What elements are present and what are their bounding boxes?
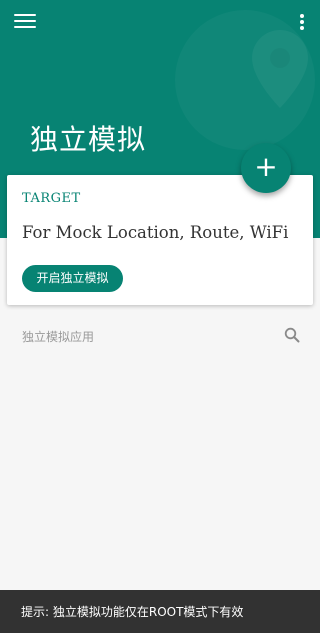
- card-label: TARGET: [22, 191, 81, 206]
- page-title: 独立模拟: [30, 123, 147, 156]
- target-card: TARGET For Mock Location, Route, WiFi 开启…: [7, 175, 313, 305]
- hamburger-menu-icon[interactable]: [14, 12, 36, 30]
- search-placeholder: 独立模拟应用: [22, 330, 95, 344]
- toast-snackbar: 提示: 独立模拟功能仅在ROOT模式下有效: [0, 590, 320, 633]
- more-vert-icon[interactable]: [298, 12, 306, 32]
- search-icon[interactable]: [284, 327, 300, 343]
- add-icon: +: [254, 150, 278, 183]
- start-independent-mock-button[interactable]: 开启独立模拟: [22, 265, 123, 292]
- toast-message: 提示: 独立模拟功能仅在ROOT模式下有效: [21, 605, 244, 619]
- search-row[interactable]: 独立模拟应用: [0, 320, 320, 350]
- add-fab-button[interactable]: +: [241, 143, 291, 193]
- card-description: For Mock Location, Route, WiFi: [22, 223, 289, 242]
- map-pin-decoration: [175, 10, 315, 150]
